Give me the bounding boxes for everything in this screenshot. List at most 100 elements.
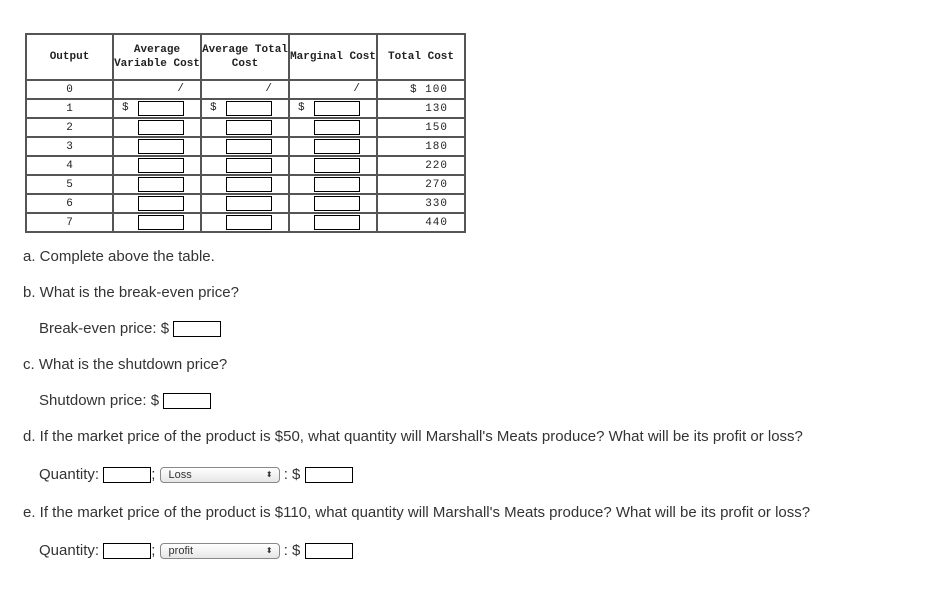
e-answer-row: Quantity: ; profit ⬍ : $	[39, 542, 353, 560]
avc-input-4[interactable]	[138, 158, 184, 173]
atc-cell: /	[200, 79, 290, 100]
question-d: d. If the market price of the product is…	[23, 428, 803, 445]
table-row: 0 / / / $ 100	[25, 79, 466, 100]
avc-input-2[interactable]	[138, 120, 184, 135]
atc-cell	[200, 155, 290, 176]
table-row: 5 270	[25, 174, 466, 195]
quantity-label: Quantity:	[39, 542, 100, 559]
output-cell: 5	[25, 174, 114, 195]
shutdown-label: Shutdown price: $	[39, 392, 160, 409]
avc-cell	[112, 136, 202, 157]
output-cell: 3	[25, 136, 114, 157]
total-cost-cell: 330	[376, 193, 466, 214]
d-amount-input[interactable]	[304, 467, 353, 484]
select-arrows-icon: ⬍	[265, 470, 273, 480]
mc-input-6[interactable]	[314, 196, 360, 211]
e-profit-loss-select[interactable]: profit ⬍	[159, 543, 280, 560]
mc-cell	[288, 136, 378, 157]
colon-dollar: : $	[283, 542, 301, 559]
break-even-input[interactable]	[173, 321, 222, 338]
mc-cell	[288, 193, 378, 214]
table-row: 7 440	[25, 212, 466, 233]
total-cost-cell: 270	[376, 174, 466, 195]
dollar-sign: $	[298, 102, 305, 114]
avc-input-1[interactable]	[138, 101, 184, 116]
mc-cell: /	[288, 79, 378, 100]
question-a: a. Complete above the table.	[23, 248, 215, 265]
avc-input-7[interactable]	[138, 215, 184, 230]
break-even-label: Break-even price: $	[39, 320, 170, 337]
avc-cell	[112, 174, 202, 195]
mc-input-7[interactable]	[314, 215, 360, 230]
total-cost-cell: 130	[376, 98, 466, 119]
output-cell: 7	[25, 212, 114, 233]
atc-cell	[200, 193, 290, 214]
mc-cell: $	[288, 98, 378, 119]
table-row: 1 $ $ $130	[25, 98, 466, 119]
e-amount-input[interactable]	[304, 543, 353, 560]
d-profit-loss-select[interactable]: Loss ⬍	[159, 467, 280, 484]
dollar-sign: $	[122, 102, 129, 114]
mc-cell	[288, 212, 378, 233]
shutdown-input[interactable]	[163, 393, 212, 410]
selected-value: Loss	[168, 469, 192, 482]
question-b: b. What is the break-even price?	[23, 284, 239, 301]
total-cost-cell: $ 100	[376, 79, 466, 100]
mc-input-2[interactable]	[314, 120, 360, 135]
mc-input-3[interactable]	[314, 139, 360, 154]
e-quantity-input[interactable]	[103, 543, 152, 560]
slash: /	[177, 83, 184, 95]
atc-input-3[interactable]	[226, 139, 272, 154]
output-cell: 2	[25, 117, 114, 138]
slash: /	[265, 83, 272, 95]
table-row: 4 220	[25, 155, 466, 176]
avc-cell	[112, 212, 202, 233]
separator: ;	[151, 542, 156, 559]
avc-cell	[112, 117, 202, 138]
atc-input-2[interactable]	[226, 120, 272, 135]
select-arrows-icon: ⬍	[265, 546, 273, 556]
avc-input-5[interactable]	[138, 177, 184, 192]
header-avc: Average Variable Cost	[112, 33, 202, 81]
atc-input-7[interactable]	[226, 215, 272, 230]
avc-input-6[interactable]	[138, 196, 184, 211]
header-atc: Average Total Cost	[200, 33, 290, 81]
output-cell: 4	[25, 155, 114, 176]
table-row: 2 150	[25, 117, 466, 138]
atc-input-1[interactable]	[226, 101, 272, 116]
avc-cell	[112, 193, 202, 214]
mc-cell	[288, 174, 378, 195]
d-quantity-input[interactable]	[103, 467, 152, 484]
total-cost-cell: 150	[376, 117, 466, 138]
header-mc: Marginal Cost	[288, 33, 378, 81]
cost-table: Output Average Variable Cost Average Tot…	[25, 33, 466, 233]
atc-input-6[interactable]	[226, 196, 272, 211]
mc-input-1[interactable]	[314, 101, 360, 116]
mc-cell	[288, 117, 378, 138]
output-cell: 6	[25, 193, 114, 214]
atc-cell	[200, 117, 290, 138]
total-cost-cell: 180	[376, 136, 466, 157]
table-row: 6 330	[25, 193, 466, 214]
total-cost-cell: 440	[376, 212, 466, 233]
quantity-label: Quantity:	[39, 466, 100, 483]
atc-cell	[200, 136, 290, 157]
atc-input-5[interactable]	[226, 177, 272, 192]
header-tc: Total Cost	[376, 33, 466, 81]
total-cost-cell: 220	[376, 155, 466, 176]
avc-cell	[112, 155, 202, 176]
atc-cell	[200, 174, 290, 195]
mc-input-5[interactable]	[314, 177, 360, 192]
d-answer-row: Quantity: ; Loss ⬍ : $	[39, 466, 353, 484]
colon-dollar: : $	[283, 466, 301, 483]
question-e: e. If the market price of the product is…	[23, 504, 811, 521]
output-cell: 0	[25, 79, 114, 100]
mc-cell	[288, 155, 378, 176]
question-c: c. What is the shutdown price?	[23, 356, 228, 373]
atc-cell	[200, 212, 290, 233]
avc-input-3[interactable]	[138, 139, 184, 154]
output-cell: 1	[25, 98, 114, 119]
mc-input-4[interactable]	[314, 158, 360, 173]
separator: ;	[151, 466, 156, 483]
atc-input-4[interactable]	[226, 158, 272, 173]
